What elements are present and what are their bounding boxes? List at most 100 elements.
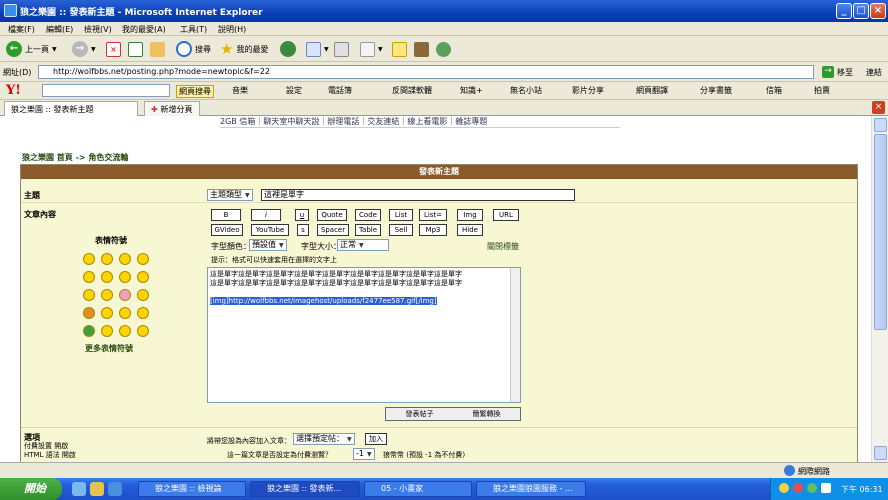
volume-icon[interactable]: [821, 483, 831, 493]
yahoo-translate[interactable]: 網頁翻譯: [636, 85, 668, 96]
research-button[interactable]: [414, 40, 429, 58]
img-button[interactable]: Img: [457, 209, 483, 221]
yahoo-settings[interactable]: 設定: [286, 85, 302, 96]
body-textarea[interactable]: 這是單字這是單字這是單字這是單字這是單字這是單字這是單字這是單字這是單字 這是單…: [207, 267, 521, 403]
smile-icon[interactable]: [83, 253, 95, 265]
home-button[interactable]: [150, 40, 165, 58]
print-button[interactable]: [334, 40, 349, 58]
smile-icon[interactable]: [101, 271, 113, 283]
close-button[interactable]: ×: [870, 3, 886, 19]
task-item[interactable]: 05 - 小畫家: [364, 481, 472, 497]
yahoo-video[interactable]: 影片分享: [572, 85, 604, 96]
angry-icon[interactable]: [83, 307, 95, 319]
textarea-scrollbar[interactable]: [510, 268, 520, 402]
task-item-active[interactable]: 狼之樂園 :: 發表新...: [250, 481, 360, 497]
messenger-button[interactable]: [436, 40, 451, 58]
menu-edit[interactable]: 編輯(E): [46, 24, 73, 35]
blush-icon[interactable]: [119, 289, 131, 301]
page-scrollbar[interactable]: [871, 116, 888, 478]
close-tab-icon[interactable]: ×: [872, 101, 885, 114]
table-button[interactable]: Table: [355, 224, 381, 236]
maximize-button[interactable]: □: [853, 3, 869, 19]
sell-button[interactable]: Sell: [389, 224, 413, 236]
notes-button[interactable]: [392, 40, 407, 58]
smile-icon[interactable]: [101, 289, 113, 301]
top-links[interactable]: 2GB 信箱｜聊天室中聊天說｜辦理電話｜交友連結｜線上看電影｜雜誌專題: [220, 116, 487, 127]
subject-type-select[interactable]: 主題類型: [207, 189, 253, 201]
quicklaunch-icon[interactable]: [108, 482, 122, 496]
edit-button[interactable]: ▼: [360, 40, 383, 58]
option-html[interactable]: HTML 語法 開啟: [24, 450, 76, 460]
more-emoticons-link[interactable]: 更多表情符號: [85, 343, 133, 354]
menu-help[interactable]: 說明(H): [218, 24, 246, 35]
minimize-button[interactable]: _: [836, 3, 852, 19]
tray-icon[interactable]: [807, 483, 817, 493]
tab-new[interactable]: ✚ 新增分頁: [144, 101, 200, 116]
mp3-button[interactable]: Mp3: [419, 224, 447, 236]
start-button[interactable]: 開始: [0, 478, 62, 500]
font-size-select[interactable]: 正常: [337, 239, 389, 251]
task-item[interactable]: 狼之樂園狼圖服務 - ...: [476, 481, 586, 497]
font-color-select[interactable]: 預設值: [249, 239, 287, 251]
menu-tools[interactable]: 工具(T): [180, 24, 207, 35]
code-button[interactable]: Code: [355, 209, 381, 221]
refresh-button[interactable]: [128, 40, 143, 58]
smile-icon[interactable]: [137, 289, 149, 301]
yahoo-web-search[interactable]: 網頁搜尋: [176, 85, 214, 98]
task-item[interactable]: 狼之樂園 :: 檢視論: [138, 481, 246, 497]
scroll-up-icon[interactable]: [874, 118, 887, 132]
yahoo-antispyware[interactable]: 反間諜軟體: [392, 85, 432, 96]
scroll-thumb[interactable]: [874, 134, 887, 330]
quicklaunch-icon[interactable]: [90, 482, 104, 496]
smile-icon[interactable]: [137, 307, 149, 319]
list-button[interactable]: List: [389, 209, 413, 221]
address-input[interactable]: http://wolfbbs.net/posting.php?mode=newt…: [38, 65, 814, 79]
back-button[interactable]: ← 上一頁 ▼: [6, 40, 57, 58]
subject-input[interactable]: 這裡是單字: [261, 189, 575, 201]
smile-icon[interactable]: [119, 307, 131, 319]
tray-icon[interactable]: [793, 483, 803, 493]
cool-smile-icon[interactable]: [119, 271, 131, 283]
submit-button[interactable]: 發表帖子: [406, 409, 434, 419]
smile-icon[interactable]: [101, 307, 113, 319]
yahoo-mail[interactable]: 信箱: [766, 85, 782, 96]
convert-button[interactable]: 簡繁轉換: [473, 409, 501, 419]
favorites-button[interactable]: ★ 我的最愛: [220, 40, 268, 58]
yahoo-bookmarks[interactable]: 分享書籤: [700, 85, 732, 96]
links-label[interactable]: 連結: [866, 67, 882, 78]
strike-button[interactable]: s: [297, 224, 309, 236]
menu-file[interactable]: 檔案(F): [8, 24, 35, 35]
yahoo-knowledge[interactable]: 知識+: [460, 85, 483, 96]
history-button[interactable]: [280, 40, 296, 58]
scroll-down-icon[interactable]: [874, 446, 887, 460]
smile-icon[interactable]: [101, 325, 113, 337]
gvideo-button[interactable]: GVideo: [211, 224, 243, 236]
menu-view[interactable]: 檢視(V): [84, 24, 112, 35]
quicklaunch-icon[interactable]: [72, 482, 86, 496]
youtube-button[interactable]: YouTube: [251, 224, 289, 236]
breadcrumb[interactable]: 狼之樂園 首頁 -> 角色交流輪: [22, 152, 128, 163]
yahoo-phonebook[interactable]: 電話簿: [328, 85, 352, 96]
stop-button[interactable]: ×: [106, 40, 121, 58]
quote-button[interactable]: Quote: [317, 209, 347, 221]
underline-button[interactable]: u: [295, 209, 309, 221]
spacer-button[interactable]: Spacer: [317, 224, 349, 236]
smile-icon[interactable]: [137, 253, 149, 265]
add-to-button[interactable]: 加入: [365, 433, 387, 445]
yahoo-music[interactable]: 音樂: [232, 85, 248, 96]
price-select[interactable]: -1: [353, 448, 375, 460]
yahoo-wretch[interactable]: 無名小站: [510, 85, 542, 96]
search-button[interactable]: 搜尋: [176, 40, 211, 58]
smile-icon[interactable]: [101, 253, 113, 265]
menu-favorites[interactable]: 我的最愛(A): [122, 24, 166, 35]
smile-icon[interactable]: [83, 289, 95, 301]
tray-icon[interactable]: [779, 483, 789, 493]
yahoo-logo[interactable]: Y!: [6, 83, 21, 98]
url-button[interactable]: URL: [493, 209, 519, 221]
forward-button[interactable]: → ▼: [72, 40, 96, 58]
exclaim-icon[interactable]: [137, 325, 149, 337]
add-to-select[interactable]: 選擇預定帖：: [293, 433, 355, 445]
italic-button[interactable]: i: [251, 209, 281, 221]
smile-icon[interactable]: [83, 271, 95, 283]
sick-icon[interactable]: [83, 325, 95, 337]
